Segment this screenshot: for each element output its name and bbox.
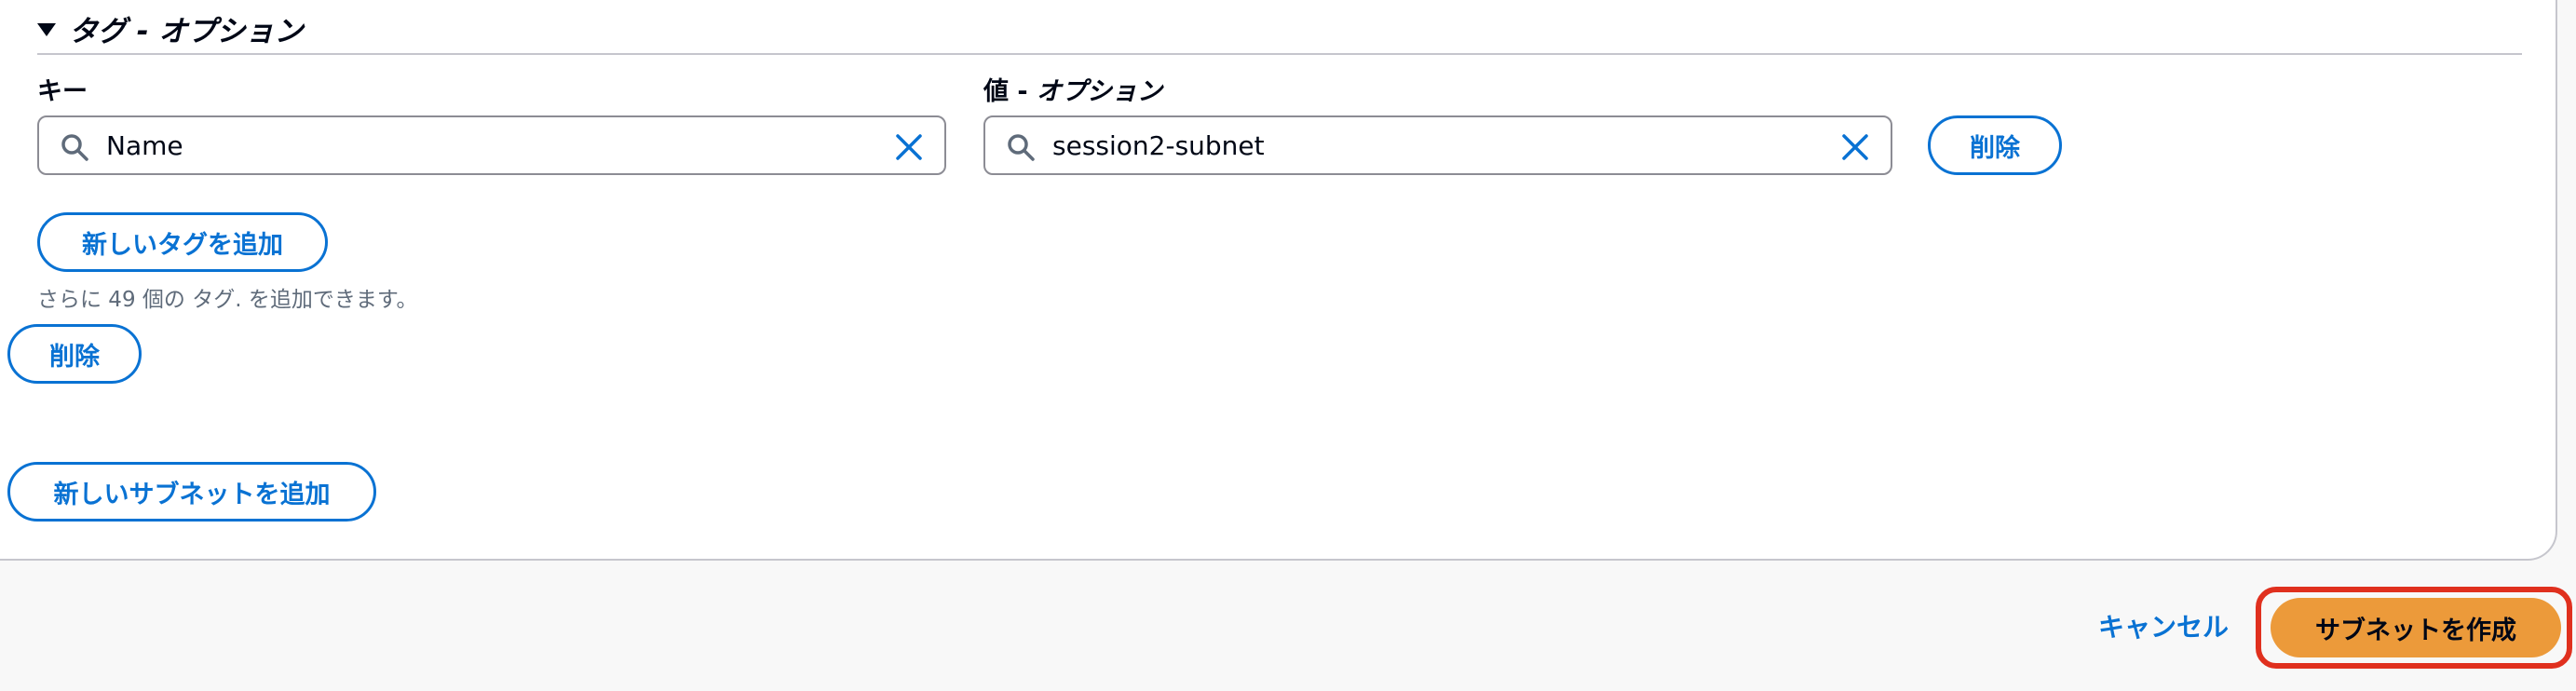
- clear-icon[interactable]: [894, 132, 924, 162]
- remove-tag-button[interactable]: 削除: [1928, 115, 2062, 175]
- tags-section-toggle[interactable]: タグ - オプション: [37, 7, 303, 49]
- tag-value-input[interactable]: session2-subnet: [983, 115, 1892, 175]
- tag-key-value: Name: [106, 129, 183, 161]
- search-icon: [61, 134, 88, 161]
- subnet-settings-panel: [0, 0, 2557, 561]
- remove-subnet-button[interactable]: 削除: [7, 324, 142, 384]
- tag-value-value: session2-subnet: [1052, 129, 1265, 161]
- search-icon: [1008, 134, 1035, 161]
- tag-key-input[interactable]: Name: [37, 115, 946, 175]
- cancel-button[interactable]: キャンセル: [2098, 607, 2229, 644]
- add-tag-button[interactable]: 新しいタグを追加: [37, 212, 328, 272]
- caret-down-icon: [37, 22, 56, 36]
- add-subnet-button[interactable]: 新しいサブネットを追加: [7, 462, 376, 522]
- key-label: キー: [37, 77, 88, 106]
- clear-icon[interactable]: [1840, 132, 1870, 162]
- value-label: 値 - オプション: [983, 77, 1163, 106]
- tag-limit-helper-text: さらに 49 個の タグ. を追加できます。: [37, 288, 418, 312]
- tags-section-title: タグ - オプション: [69, 15, 304, 48]
- section-divider: [37, 53, 2522, 55]
- create-subnet-button[interactable]: サブネットを作成: [2271, 598, 2561, 657]
